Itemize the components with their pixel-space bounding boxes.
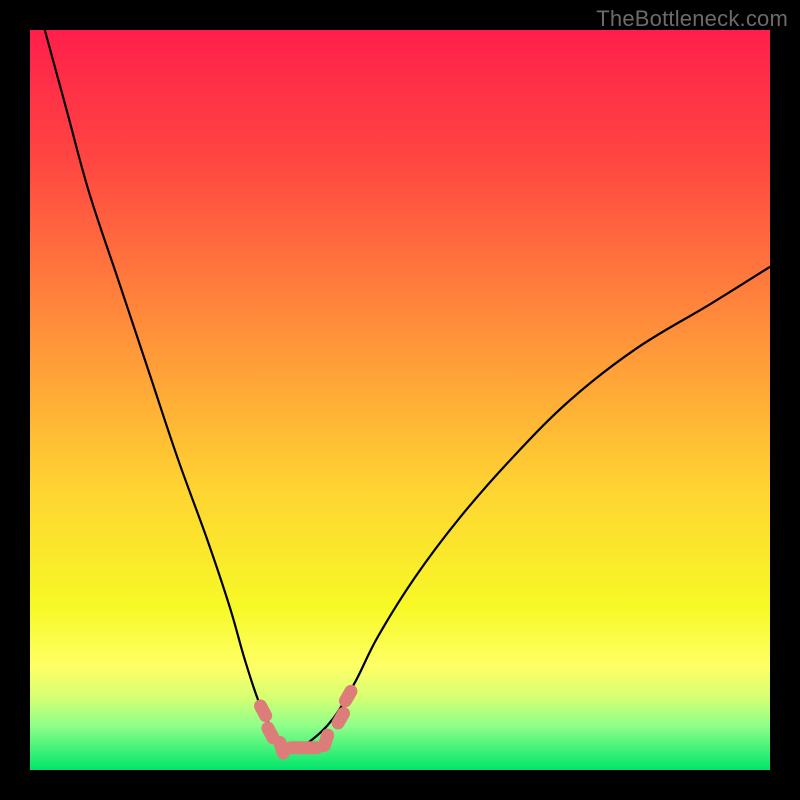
watermark-text: TheBottleneck.com [596,6,788,32]
plot-area [30,30,770,770]
curve-markers [252,682,360,761]
bottleneck-curve [30,30,770,770]
marker-point [337,682,360,709]
curve-line [45,30,770,749]
marker-point [252,697,275,724]
chart-frame: TheBottleneck.com [0,0,800,800]
